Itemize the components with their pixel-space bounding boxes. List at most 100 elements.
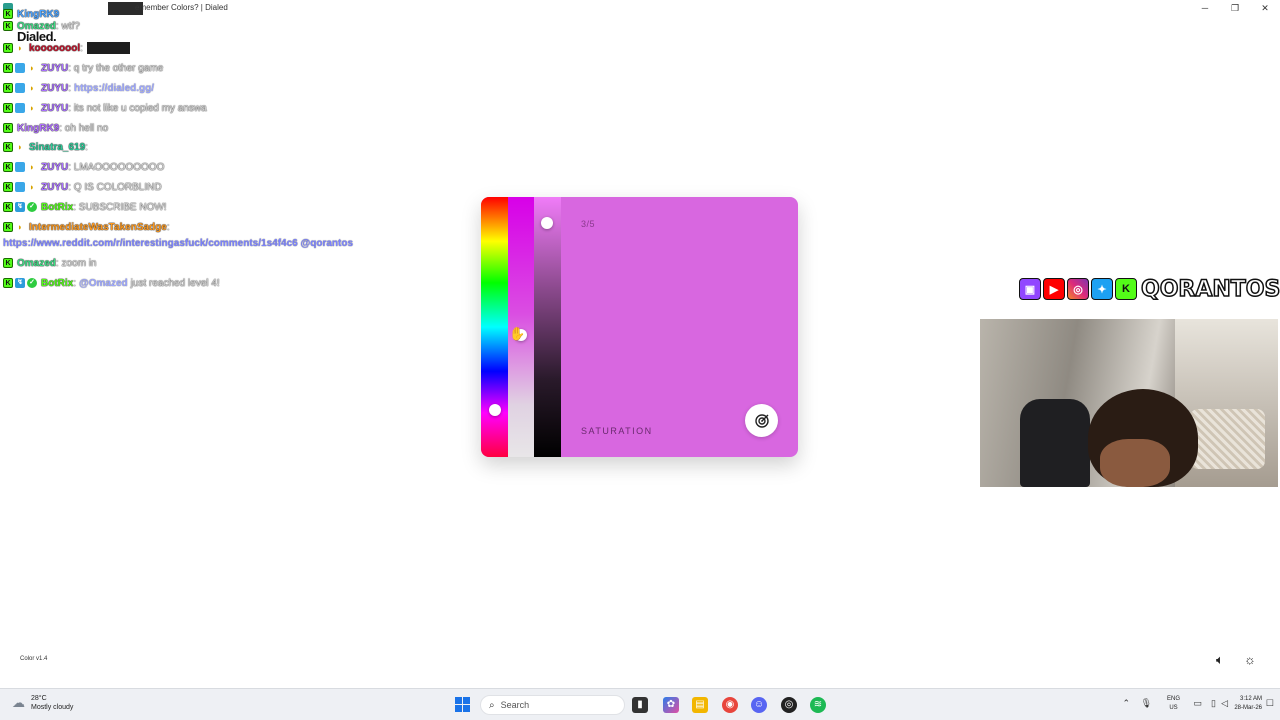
chat-link[interactable]: https://www.reddit.com/r/interestingasfu… [3,238,353,249]
chat-username: ZUYU [41,102,69,114]
microphone-icon[interactable]: 🎙︎ [1141,698,1152,709]
battery-icon[interactable]: ▯ [1211,698,1216,709]
sound-toggle-icon[interactable]: 🔈︎ [1216,652,1234,668]
banana-badge-icon: ◗ [29,162,35,172]
chat-username: IntermediateWasTakenSadge [29,221,167,233]
chat-username: ZUYU [41,62,69,74]
lightness-slider-knob[interactable] [541,217,553,229]
chat-username: KingRK9 [17,8,60,20]
kick-icon: K [1115,278,1137,300]
banana-badge-icon: ◗ [29,182,35,192]
chat-username: BotRix [41,201,74,213]
banana-badge-icon: ◗ [17,222,23,232]
minimize-button[interactable]: ─ [1190,0,1220,16]
chat-message: : wtf? [55,20,80,32]
chat-message: : [166,221,170,233]
copilot-icon[interactable]: ✿ [663,697,679,713]
kick-badge-icon: K [3,9,13,19]
language-code: ENG [1166,696,1180,702]
chat-mention[interactable]: @Omazed [79,278,128,289]
chat-line: K ↯ ✓ BotRix : SUBSCRIBE NOW! [3,200,167,214]
language-region: US [1169,705,1178,711]
clock-date: 28-Mar-26 [1234,705,1262,711]
spotify-icon[interactable]: ≋ [810,697,826,713]
hue-slider[interactable] [481,197,508,457]
kick-badge-icon: K [3,123,13,133]
hue-slider-knob[interactable] [489,404,501,416]
chat-username: ZUYU [41,181,69,193]
chat-username: ZUYU [41,82,69,94]
kick-badge-icon: K [3,21,13,31]
chat-line: K ◗ IntermediateWasTakenSadge : [3,220,170,234]
chat-username: koooooool [29,42,81,54]
color-game-card: 3/5 SATURATION [481,197,798,457]
verified-badge-icon: ✓ [27,202,37,212]
kick-badge-icon: K [3,182,13,192]
webcam-person-face [1100,439,1170,487]
cube-badge-icon [15,83,25,93]
chat-message: : [73,277,77,289]
chat-username: Omazed [17,257,56,269]
webcam-feed [980,319,1278,487]
chat-line: K ◗ ZUYU : https://dialed.gg/ [3,81,154,95]
kick-badge-icon: K [3,162,13,172]
channel-name: QORANTOS [1140,276,1280,303]
kick-badge-icon: K [3,202,13,212]
window-title: emember Colors? | Dialed [135,3,228,12]
app-version: Color v1.4 [20,656,48,662]
taskbar: ☁ 28°C Mostly cloudy ⌕ Search ▮ ✿ ▤ ◉ ☺ … [0,688,1280,720]
restore-button[interactable]: ❐ [1220,0,1250,16]
chat-line: K ◗ ZUYU : LMAOOOOOOOOO [3,160,164,174]
chat-message-tail: just reached level 4! [130,277,220,289]
kick-badge-icon: K [3,43,13,53]
lightness-slider[interactable] [534,197,561,457]
youtube-icon: ▶ [1043,278,1065,300]
chat-message: : Q IS COLORBLIND [68,181,162,193]
slider-mode-label: SATURATION [581,426,653,436]
chat-line: K ◗ ZUYU : Q IS COLORBLIND [3,180,162,194]
round-progress: 3/5 [581,219,596,229]
notifications-icon[interactable]: ☐ [1266,698,1274,709]
chat-line: K ◗ ZUYU : its not like u copied my answ… [3,101,207,115]
obs-icon[interactable]: ◎ [781,697,797,713]
search-placeholder: Search [500,700,530,710]
chat-username: Omazed [17,20,56,32]
close-button[interactable]: ✕ [1250,0,1280,16]
cube-badge-icon [15,162,25,172]
language-indicator[interactable]: ENG US [1167,695,1180,713]
clock-time: 3:12 AM [1239,696,1262,702]
theme-toggle-icon[interactable]: ☼ [1244,652,1260,668]
cube-badge-icon [15,103,25,113]
chat-line: K ◗ koooooool : [3,41,130,55]
chat-link[interactable]: https://dialed.gg/ [74,83,154,94]
chat-line: K ◗ ZUYU : q try the other game [3,61,163,75]
chat-message: : its not like u copied my answa [68,102,207,114]
tray-overflow-icon[interactable]: ⌃ [1122,698,1130,709]
chat-message: : [85,141,88,153]
taskbar-clock[interactable]: 3:12 AM 28-Mar-26 [1218,695,1262,713]
task-view-icon[interactable]: ▮ [632,697,648,713]
chrome-icon[interactable]: ◉ [722,697,738,713]
chat-message: : [68,82,72,94]
verified-badge-icon: ✓ [27,278,37,288]
submit-guess-button[interactable] [745,404,778,437]
weather-widget[interactable]: ☁ 28°C Mostly cloudy [12,694,73,712]
file-explorer-icon[interactable]: ▤ [692,697,708,713]
discord-icon[interactable]: ☺ [751,697,767,713]
weather-temp: 28°C [31,695,47,702]
windows-start-icon[interactable] [455,697,470,712]
weather-desc: Mostly cloudy [31,704,74,711]
taskbar-search[interactable]: ⌕ Search [480,695,625,715]
chat-username: Sinatra_619 [29,141,86,153]
banana-badge-icon: ◗ [17,43,23,53]
kick-badge-icon: K [3,222,13,232]
banana-badge-icon: ◗ [17,142,23,152]
chat-message: : oh hell no [59,122,109,134]
kick-badge-icon: K [3,63,13,73]
chat-line: K KingRK9 : oh hell no [3,121,108,135]
chat-message: : zoom in [55,257,97,269]
chat-message: : LMAOOOOOOOOO [68,161,165,173]
cloud-icon: ☁ [12,695,25,710]
grab-cursor-icon: ✋ [509,326,526,341]
network-icon[interactable]: ▭ [1193,698,1202,709]
